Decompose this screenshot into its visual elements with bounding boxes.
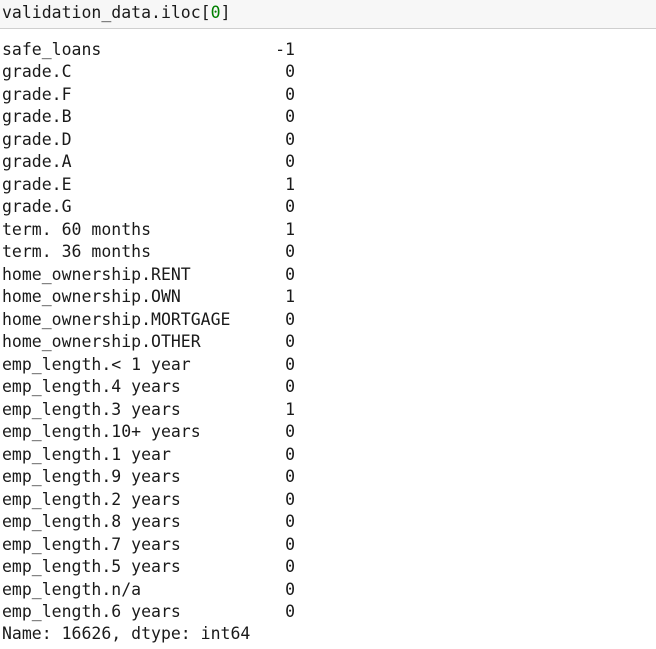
- output-row-value: 0: [285, 557, 295, 577]
- output-row: grade.D 0: [0, 128, 656, 151]
- output-row-key: emp_length.6 years: [2, 602, 181, 622]
- output-row-key: emp_length.10+ years: [2, 422, 201, 442]
- output-row: home_ownership.OTHER 0: [0, 331, 656, 354]
- output-row-value: 0: [285, 62, 295, 82]
- output-row-key: emp_length.2 years: [2, 489, 181, 509]
- output-row: term. 60 months 1: [0, 218, 656, 241]
- output-row-key: home_ownership.MORTGAGE: [2, 309, 231, 329]
- output-row: emp_length.6 years 0: [0, 601, 656, 624]
- output-row: emp_length.2 years 0: [0, 488, 656, 511]
- output-row: emp_length.7 years 0: [0, 533, 656, 556]
- output-row-value: 0: [285, 489, 295, 509]
- cell-output: safe_loans -1 grade.C 0 grade.F 0 grade.B 0 grad…: [0, 38, 656, 649]
- output-row-key: grade.E: [2, 174, 72, 194]
- output-row: emp_length.5 years 0: [0, 556, 656, 579]
- output-row-key: home_ownership.OTHER: [2, 332, 201, 352]
- output-row-key: emp_length.5 years: [2, 557, 181, 577]
- code-prefix: validation_data.iloc[: [2, 3, 211, 22]
- output-row-value: 0: [285, 467, 295, 487]
- output-row: emp_length.4 years 0: [0, 376, 656, 399]
- output-row-value: 1: [285, 219, 295, 239]
- output-row-key: term. 36 months: [2, 242, 152, 262]
- output-row-key: emp_length.4 years: [2, 377, 181, 397]
- output-row-key: grade.F: [2, 84, 72, 104]
- output-row: emp_length.9 years 0: [0, 466, 656, 489]
- output-row-value: -1: [275, 39, 295, 59]
- output-row: grade.E 1: [0, 173, 656, 196]
- output-row-value: 0: [285, 129, 295, 149]
- output-row-value: 0: [285, 309, 295, 329]
- output-row-key: safe_loans: [2, 39, 102, 59]
- output-row: safe_loans -1: [0, 38, 656, 61]
- output-row-key: term. 60 months: [2, 219, 152, 239]
- output-row-value: 0: [285, 444, 295, 464]
- output-row: emp_length.1 year 0: [0, 443, 656, 466]
- output-row-key: emp_length.7 years: [2, 534, 181, 554]
- output-row-key: emp_length.3 years: [2, 399, 181, 419]
- output-footer: Name: 16626, dtype: int64: [0, 623, 656, 646]
- output-row-key: home_ownership.RENT: [2, 264, 191, 284]
- output-row-key: grade.G: [2, 197, 72, 217]
- code-input-cell[interactable]: validation_data.iloc[0]: [0, 0, 656, 29]
- code-line[interactable]: validation_data.iloc[0]: [2, 2, 231, 24]
- output-row-value: 0: [285, 512, 295, 532]
- output-row: emp_length.< 1 year 0: [0, 353, 656, 376]
- output-row-value: 0: [285, 152, 295, 172]
- output-row-key: emp_length.9 years: [2, 467, 181, 487]
- output-row-key: emp_length.8 years: [2, 512, 181, 532]
- output-row-value: 0: [285, 579, 295, 599]
- output-row-value: 0: [285, 422, 295, 442]
- output-row-value: 0: [285, 354, 295, 374]
- output-row-value: 0: [285, 107, 295, 127]
- code-index-literal: 0: [210, 3, 221, 22]
- output-row-key: emp_length.n/a: [2, 579, 142, 599]
- output-row-key: grade.C: [2, 62, 72, 82]
- output-row-value: 0: [285, 534, 295, 554]
- output-row: emp_length.10+ years 0: [0, 421, 656, 444]
- output-row-key: grade.A: [2, 152, 72, 172]
- output-row: emp_length.n/a 0: [0, 578, 656, 601]
- output-row: grade.F 0: [0, 83, 656, 106]
- output-row: term. 36 months 0: [0, 241, 656, 264]
- output-row-value: 0: [285, 197, 295, 217]
- output-row: home_ownership.RENT 0: [0, 263, 656, 286]
- output-row-value: 0: [285, 264, 295, 284]
- output-row-key: grade.B: [2, 107, 72, 127]
- output-row-key: emp_length.< 1 year: [2, 354, 191, 374]
- output-row-value: 0: [285, 242, 295, 262]
- output-row: grade.G 0: [0, 196, 656, 219]
- output-row: emp_length.8 years 0: [0, 511, 656, 534]
- output-row: home_ownership.MORTGAGE 0: [0, 308, 656, 331]
- output-row: grade.C 0: [0, 61, 656, 84]
- output-row-value: 1: [285, 287, 295, 307]
- output-row-key: emp_length.1 year: [2, 444, 171, 464]
- output-row-value: 1: [285, 174, 295, 194]
- output-row-value: 0: [285, 332, 295, 352]
- output-row-value: 1: [285, 399, 295, 419]
- output-footer-text: Name: 16626, dtype: int64: [2, 624, 251, 643]
- output-row: grade.A 0: [0, 151, 656, 174]
- output-row: home_ownership.OWN 1: [0, 286, 656, 309]
- output-row-value: 0: [285, 84, 295, 104]
- output-row-key: home_ownership.OWN: [2, 287, 181, 307]
- output-row-key: grade.D: [2, 129, 72, 149]
- output-row: emp_length.3 years 1: [0, 398, 656, 421]
- code-suffix: ]: [220, 3, 231, 22]
- output-row-value: 0: [285, 602, 295, 622]
- output-row-value: 0: [285, 377, 295, 397]
- output-row: grade.B 0: [0, 106, 656, 129]
